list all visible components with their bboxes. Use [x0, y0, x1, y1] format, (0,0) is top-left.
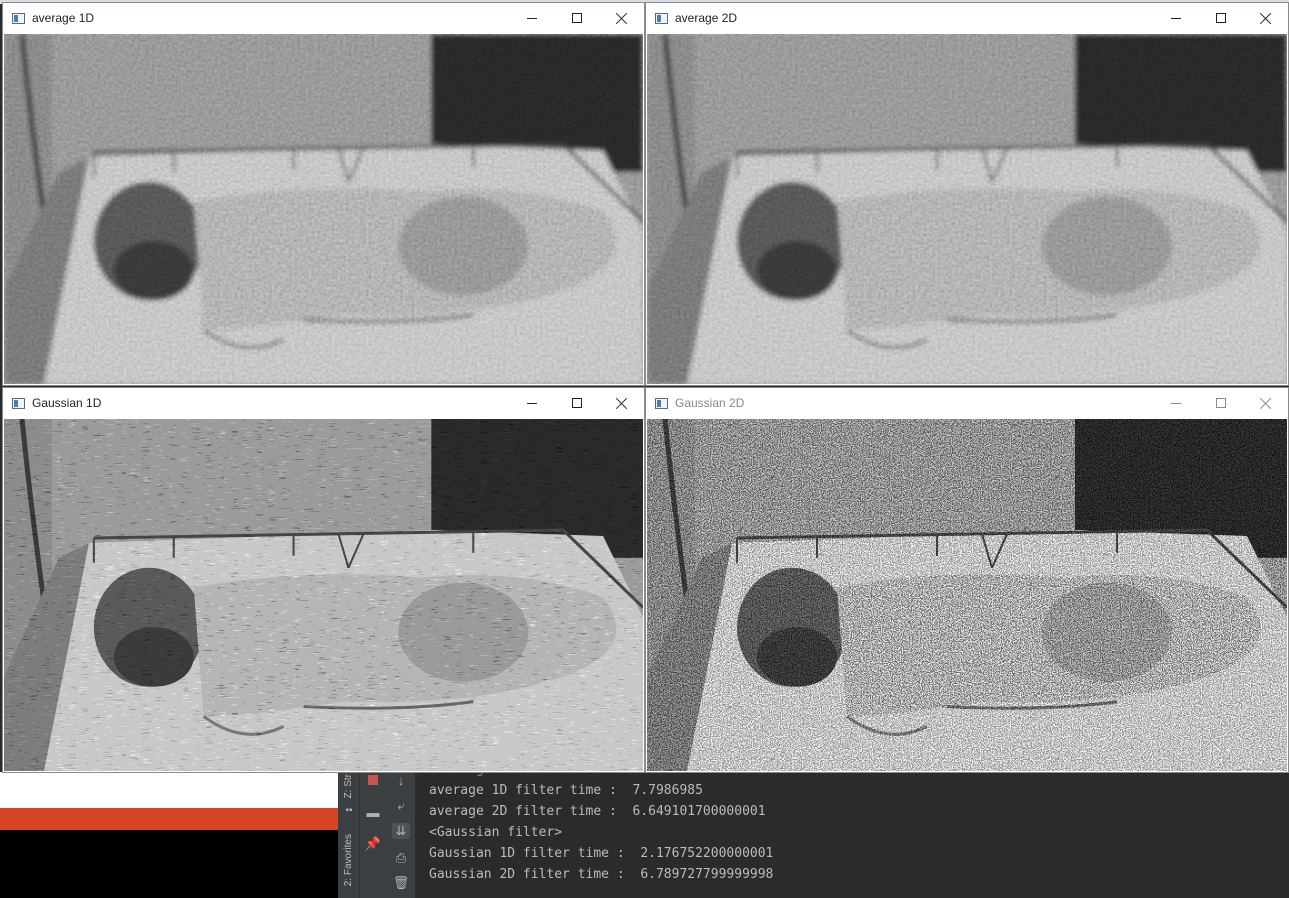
close-button[interactable]: [599, 3, 644, 33]
window-title: average 2D: [675, 11, 738, 25]
minimize-icon: [1170, 402, 1181, 404]
minimize-icon: [526, 402, 537, 404]
title-bar[interactable]: Gaussian 2D: [646, 388, 1288, 418]
trash-icon: 🗑: [392, 875, 410, 890]
noisy-photo: [4, 34, 643, 384]
title-bar[interactable]: Gaussian 1D: [3, 388, 644, 418]
structure-icon: ▪▪: [345, 804, 353, 816]
maximize-button[interactable]: [554, 388, 599, 418]
background-window-area: [0, 772, 338, 808]
maximize-button[interactable]: [1198, 3, 1243, 33]
console-line: <Gaussian filter>: [429, 825, 563, 840]
minimize-button[interactable]: [509, 3, 554, 33]
minimize-button[interactable]: [1153, 3, 1198, 33]
soft-wrap-button[interactable]: ⤶: [392, 798, 410, 814]
minimize-icon: [526, 17, 537, 19]
background-accent-bar: [0, 808, 338, 830]
wrap-icon: ⤶: [397, 798, 405, 813]
minimize-button[interactable]: [1153, 388, 1198, 418]
maximize-icon: [571, 398, 582, 408]
window-title: Gaussian 2D: [675, 396, 745, 410]
app-window-icon: [655, 397, 668, 409]
close-button[interactable]: [599, 388, 644, 418]
ide-run-panel: Z: Str ▪▪ 2: Favorites ↓ ▬ ⤶ ⇊ 📌 ⎙ 🗑 <av…: [338, 762, 1289, 898]
scroll-to-end-button[interactable]: ⇊: [392, 823, 410, 839]
close-button[interactable]: [1243, 388, 1288, 418]
window-gaussian-2d[interactable]: Gaussian 2D: [645, 387, 1289, 773]
close-icon: [616, 12, 628, 24]
maximize-icon: [1215, 398, 1226, 408]
minimize-icon: [1170, 17, 1181, 19]
app-window-icon: [12, 12, 25, 24]
run-toolbar: ↓ ▬ ⤶ ⇊ 📌 ⎙ 🗑: [360, 772, 416, 898]
down-arrow-button[interactable]: ↓: [392, 772, 410, 788]
console-line: Gaussian 2D filter time : 6.789727799999…: [429, 867, 774, 882]
title-bar[interactable]: average 2D: [646, 3, 1288, 33]
window-average-2d[interactable]: average 2D: [645, 2, 1289, 386]
close-button[interactable]: [1243, 3, 1288, 33]
minimize-button[interactable]: [509, 388, 554, 418]
clear-button[interactable]: 🗑: [392, 875, 410, 891]
title-bar[interactable]: average 1D: [3, 3, 644, 33]
arrow-down-icon: ↓: [397, 772, 405, 788]
maximize-icon: [1215, 13, 1226, 23]
desktop: Z: Str ▪▪ 2: Favorites ↓ ▬ ⤶ ⇊ 📌 ⎙ 🗑 <av…: [0, 0, 1289, 898]
window-gaussian-1d[interactable]: Gaussian 1D: [2, 387, 645, 773]
maximize-button[interactable]: [554, 3, 599, 33]
layout-button[interactable]: ▬: [364, 804, 382, 820]
close-icon: [1260, 12, 1272, 24]
app-window-icon: [12, 397, 25, 409]
layout-icon: ▬: [366, 804, 380, 820]
console-line: average 2D filter time : 6.6491017000000…: [429, 804, 766, 819]
window-title: average 1D: [32, 11, 95, 25]
maximize-button[interactable]: [1198, 388, 1243, 418]
noisy-photo: [4, 419, 643, 771]
filtered-image-average-2d: [647, 34, 1287, 384]
favorites-tab[interactable]: 2: Favorites: [343, 834, 354, 886]
console-line: average 1D filter time : 7.7986985: [429, 783, 703, 798]
close-icon: [1260, 397, 1272, 409]
maximize-icon: [571, 13, 582, 23]
scroll-end-icon: ⇊: [395, 823, 407, 838]
console-output: <average filter> average 1D filter time …: [429, 762, 1289, 898]
structure-tab[interactable]: Z: Str: [343, 774, 354, 798]
window-average-1d[interactable]: average 1D: [2, 2, 645, 386]
stop-button[interactable]: [364, 772, 382, 788]
pin-button[interactable]: 📌: [364, 836, 382, 852]
filtered-image-average-1d: [4, 34, 643, 384]
filtered-image-gaussian-2d: [647, 419, 1287, 771]
background-dark-area: [0, 830, 338, 898]
noisy-photo: [647, 419, 1287, 771]
noisy-photo: [647, 34, 1287, 384]
print-button[interactable]: ⎙: [392, 850, 410, 866]
app-window-icon: [655, 12, 668, 24]
print-icon: ⎙: [395, 850, 407, 865]
console-line: Gaussian 1D filter time : 2.176752200000…: [429, 846, 774, 861]
pin-icon: 📌: [364, 836, 382, 851]
close-icon: [616, 397, 628, 409]
window-title: Gaussian 1D: [32, 396, 102, 410]
stop-icon: [368, 775, 378, 785]
filtered-image-gaussian-1d: [4, 419, 643, 771]
ide-side-tool-strip: Z: Str ▪▪ 2: Favorites: [338, 772, 360, 898]
